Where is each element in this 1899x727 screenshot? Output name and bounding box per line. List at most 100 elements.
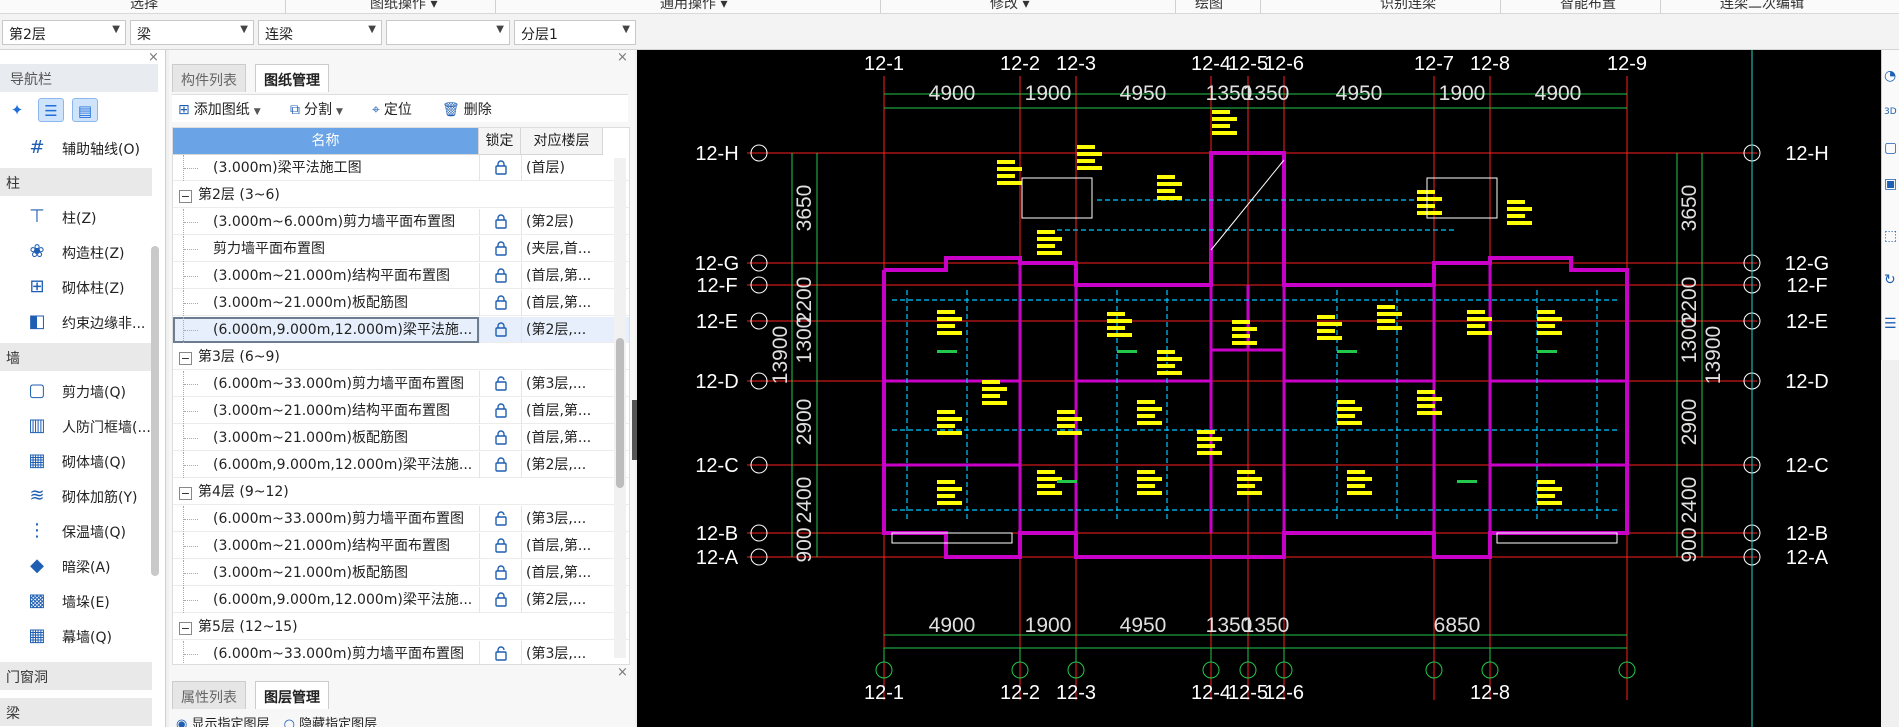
table-row[interactable]: (3.000m~21.000m)板配筋图 (首层,第...	[173, 425, 629, 451]
nav-item-constructional-column[interactable]: ❀ 构造柱(Z)	[0, 238, 152, 266]
column-header-floor[interactable]: 对应楼层	[521, 128, 603, 155]
tab-drawing-management[interactable]: 图纸管理	[255, 64, 329, 92]
nav-item-auxiliary-axis[interactable]: # 辅助轴线(O)	[0, 134, 152, 162]
unlock-icon[interactable]	[479, 371, 521, 397]
ribbon-item[interactable]: 绘图	[1195, 0, 1223, 13]
collapse-icon[interactable]: −	[179, 622, 192, 635]
unlock-icon[interactable]	[479, 506, 521, 532]
delete-button[interactable]: 🗑 删除	[442, 99, 492, 121]
tab-layer-management[interactable]: 图层管理	[255, 681, 329, 709]
nav-item-label: 约束边缘非...	[62, 316, 146, 332]
floor-select[interactable]: 第2层 ▼	[2, 20, 126, 45]
ribbon-item[interactable]: 修改 ▾	[990, 0, 1029, 13]
locate-button[interactable]: ⌖ 定位	[372, 99, 412, 121]
column-header-lock[interactable]: 锁定	[479, 128, 521, 155]
lock-icon[interactable]	[479, 533, 521, 559]
lock-icon[interactable]	[479, 290, 521, 316]
column-header-name[interactable]: 名称	[173, 128, 479, 155]
nav-scrollbar[interactable]	[151, 246, 159, 576]
table-row[interactable]: (6.000m,9.000m,12.000m)梁平法施... (第2层,...	[173, 452, 629, 478]
ribbon-item[interactable]: 选择	[130, 0, 158, 13]
orbit-icon[interactable]: ◔	[1884, 66, 1898, 86]
type-select[interactable]: 连梁 ▼	[258, 20, 382, 45]
list-icon[interactable]: ☰	[1884, 314, 1898, 334]
lock-icon[interactable]	[479, 587, 521, 613]
category-select[interactable]: 梁 ▼	[130, 20, 254, 45]
table-row[interactable]: 剪力墙平面布置图 (夹层,首...	[173, 236, 629, 262]
tab-component-list[interactable]: 构件列表	[172, 64, 246, 92]
nav-item-column[interactable]: ⊤ 柱(Z)	[0, 203, 152, 231]
grid-scrollbar[interactable]	[614, 158, 626, 658]
table-row[interactable]: (3.000m~21.000m)结构平面布置图 (首层,第...	[173, 263, 629, 289]
collapse-icon[interactable]: −	[179, 190, 192, 203]
tree-group-row[interactable]: − 第4层 (9~12)	[173, 479, 629, 505]
table-row[interactable]: (3.000m~21.000m)板配筋图 (首层,第...	[173, 290, 629, 316]
cad-canvas[interactable]: 12-1 12-2 12-3 12-4 12-5 12-6 12-7 12-8 12-9 4900…	[637, 50, 1881, 727]
nav-item-masonry-wall[interactable]: ▦ 砌体墙(Q)	[0, 447, 152, 475]
ribbon-item[interactable]: 通用操作 ▾	[660, 0, 727, 13]
box-view-icon[interactable]: ▢	[1884, 138, 1898, 158]
collapse-icon[interactable]: −	[179, 487, 192, 500]
table-row[interactable]: (6.000m~33.000m)剪力墙平面布置图 (第3层,...	[173, 641, 629, 664]
split-button[interactable]: ⧉ 分割 ▼	[290, 99, 343, 121]
tree-group-row[interactable]: − 第5层 (12~15)	[173, 614, 629, 640]
nav-item-boundary-member[interactable]: ◧ 约束边缘非...	[0, 308, 152, 336]
close-icon[interactable]: ×	[148, 50, 159, 65]
component-select[interactable]: ▼	[386, 20, 510, 45]
nav-item-masonry-column[interactable]: ⊞ 砌体柱(Z)	[0, 273, 152, 301]
unlock-icon[interactable]	[479, 641, 521, 664]
ribbon-item[interactable]: 连梁二次编辑	[1720, 0, 1804, 13]
table-row[interactable]: (6.000m~33.000m)剪力墙平面布置图 (第3层,...	[173, 506, 629, 532]
table-row[interactable]: (3.000m~21.000m)板配筋图 (首层,第...	[173, 560, 629, 586]
nav-category-opening[interactable]: 门窗洞	[0, 662, 152, 690]
close-icon[interactable]: ×	[617, 50, 628, 65]
ribbon-item[interactable]: 识别连梁	[1380, 0, 1436, 13]
lock-icon[interactable]	[479, 560, 521, 586]
lock-icon[interactable]	[479, 425, 521, 451]
lock-icon[interactable]	[479, 452, 521, 478]
nav-item-civil-defense-wall[interactable]: ▥ 人防门框墙(...	[0, 412, 152, 440]
nav-item-curtain-wall[interactable]: ▦ 幕墙(Q)	[0, 622, 152, 650]
table-row[interactable]: (6.000m~33.000m)剪力墙平面布置图 (第3层,...	[173, 371, 629, 397]
select-frame-icon[interactable]: ⬚	[1884, 226, 1898, 246]
nav-category-wall[interactable]: 墙	[0, 343, 152, 371]
table-row[interactable]: (3.000m)梁平法施工图 (首层)	[173, 155, 629, 181]
tree-group-row[interactable]: − 第2层 (3~6)	[173, 182, 629, 208]
table-row[interactable]: (3.000m~6.000m)剪力墙平面布置图 (第2层)	[173, 209, 629, 235]
grid-scrollbar-thumb[interactable]	[616, 338, 624, 488]
nav-category-beam[interactable]: 梁	[0, 698, 152, 726]
ribbon-item[interactable]: 图纸操作 ▾	[370, 0, 437, 13]
table-row[interactable]: (3.000m~21.000m)结构平面布置图 (首层,第...	[173, 398, 629, 424]
add-drawing-button[interactable]: ⊞ 添加图纸 ▼	[178, 99, 261, 121]
lock-icon[interactable]	[479, 263, 521, 289]
nav-item-wall-pier[interactable]: ▩ 墙垛(E)	[0, 587, 152, 615]
tab-property-list[interactable]: 属性列表	[172, 681, 246, 709]
layer-select[interactable]: 分层1 ▼	[514, 20, 636, 45]
tree-group-row[interactable]: − 第3层 (6~9)	[173, 344, 629, 370]
lock-icon[interactable]	[479, 398, 521, 424]
nav-category-column[interactable]: 柱	[0, 168, 152, 196]
floor-plan-drawing[interactable]: 12-1 12-2 12-3 12-412-512-6 12-7 12-8 12-94900…	[637, 50, 1881, 727]
refresh-icon[interactable]: ↻	[1884, 270, 1898, 290]
hide-layer-option[interactable]: ○ 隐藏指定图层	[284, 717, 378, 727]
table-row[interactable]: (3.000m~21.000m)结构平面布置图 (首层,第...	[173, 533, 629, 559]
table-row[interactable]: (6.000m,9.000m,12.000m)梁平法施... (第2层,...	[173, 317, 629, 343]
close-icon[interactable]: ×	[617, 665, 628, 680]
layer-view-icon[interactable]: ▣	[1884, 174, 1898, 194]
nav-item-shear-wall[interactable]: ▢ 剪力墙(Q)	[0, 377, 152, 405]
magic-wand-icon[interactable]: ✦	[4, 98, 30, 122]
lock-icon[interactable]	[479, 209, 521, 235]
nav-item-hidden-beam[interactable]: ◆ 暗梁(A)	[0, 552, 152, 580]
nav-item-insulation-wall[interactable]: ⋮ 保温墙(Q)	[0, 517, 152, 545]
table-row[interactable]: (6.000m,9.000m,12.000m)梁平法施... (第2层,...	[173, 587, 629, 613]
view-3d-icon[interactable]: 3D	[1884, 102, 1898, 122]
lock-icon[interactable]	[479, 155, 521, 181]
ribbon-item[interactable]: 智能布置	[1560, 0, 1616, 13]
show-layer-option[interactable]: ◉ 显示指定图层	[176, 717, 270, 727]
list-view-icon[interactable]: ☰	[38, 98, 64, 122]
lock-icon[interactable]	[479, 236, 521, 262]
nav-item-masonry-rebar[interactable]: ≋ 砌体加筋(Y)	[0, 482, 152, 510]
detail-view-icon[interactable]: ▤	[72, 98, 98, 122]
collapse-icon[interactable]: −	[179, 352, 192, 365]
lock-icon[interactable]	[479, 317, 521, 343]
